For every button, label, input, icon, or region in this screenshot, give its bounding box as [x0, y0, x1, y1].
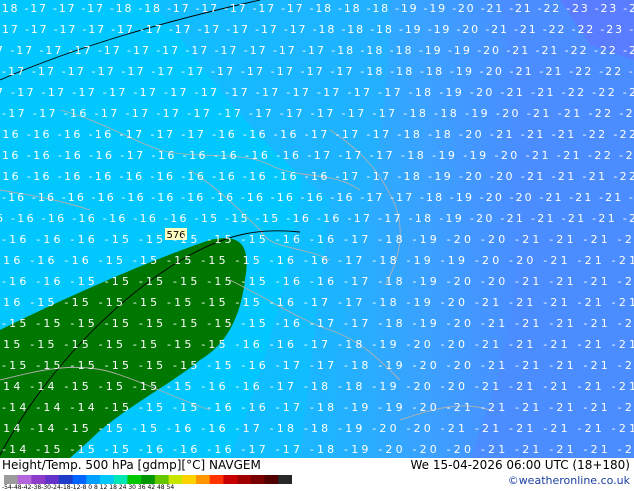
temperature-row: 17 -17 -17 -17 -17 -17 -17 -17 -17 -17 -…: [2, 23, 634, 36]
color-scale-swatch: [141, 475, 156, 484]
footer-bar: Height/Temp. 500 hPa [gdmp][°C] NAVGEM W…: [0, 458, 634, 491]
color-scale-swatch: [196, 475, 211, 484]
color-scale-swatch: [237, 475, 252, 484]
color-scale-swatch: [45, 475, 60, 484]
temperature-row: -17 -17 -16 -17 -17 -17 -17 -17 -17 -17 …: [2, 107, 634, 120]
temperature-row: -16 -16 -16 -16 -16 -16 -16 -16 -16 -16 …: [0, 170, 634, 183]
color-scale-swatch: [31, 475, 46, 484]
credit-link[interactable]: ©weatheronline.co.uk: [508, 474, 630, 487]
temperature-row: -14 -14 -15 -15 -15 -16 -16 -17 -18 -18 …: [0, 422, 634, 435]
color-scale-swatch: [86, 475, 101, 484]
color-scale-swatch: [250, 475, 266, 484]
temperature-row: -15 -15 -15 -15 -15 -15 -15 -16 -16 -17 …: [0, 338, 634, 351]
color-scale-swatch: [72, 475, 87, 484]
map-title: Height/Temp. 500 hPa [gdmp][°C] NAVGEM: [2, 458, 261, 472]
color-scale-swatch: [209, 475, 224, 484]
color-scale-swatch: [58, 475, 74, 484]
color-scale-swatch: [154, 475, 170, 484]
temperature-row: -18 -17 -17 -17 -18 -18 -17 -17 -17 -17 …: [0, 2, 634, 15]
color-scale-swatch: [17, 475, 32, 484]
color-scale-swatch: [182, 475, 197, 484]
color-scale-swatch: [264, 475, 279, 484]
temperature-row: -14 -14 -15 -15 -15 -15 -16 -16 -17 -18 …: [0, 380, 634, 393]
color-scale-swatch: [168, 475, 183, 484]
weather-map: 576 -18 -17 -17 -17 -18 -18 -17 -17 -17 …: [0, 0, 634, 458]
map-canvas: 576 -18 -17 -17 -17 -18 -18 -17 -17 -17 …: [0, 0, 634, 458]
color-scale-swatch: [4, 475, 19, 484]
temperature-row: -16 -16 -16 -15 -15 -15 -15 -15 -16 -16 …: [0, 254, 634, 267]
color-scale: [4, 475, 292, 484]
valid-time: We 15-04-2026 06:00 UTC (18+180): [410, 458, 630, 472]
color-scale-swatch: [278, 475, 292, 484]
color-scale-swatch: [113, 475, 128, 484]
temperature-row: -16 -16 -16 -16 -17 -17 -17 -16 -16 -16 …: [0, 128, 634, 141]
color-scale-swatch: [127, 475, 142, 484]
color-scale-swatch: [223, 475, 238, 484]
temperature-row: -16 -16 -16 -16 -16 -16 -16 -16 -16 -16 …: [2, 191, 634, 204]
temperature-row: 7 -17 -17 -17 -17 -17 -17 -17 -17 -17 -1…: [0, 44, 634, 57]
temperature-row: -17 -17 -17 -17 -17 -17 -17 -17 -17 -17 …: [2, 65, 634, 78]
temperature-row: -16 -15 -15 -15 -15 -15 -15 -15 -16 -17 …: [0, 296, 634, 309]
color-scale-swatch: [100, 475, 115, 484]
